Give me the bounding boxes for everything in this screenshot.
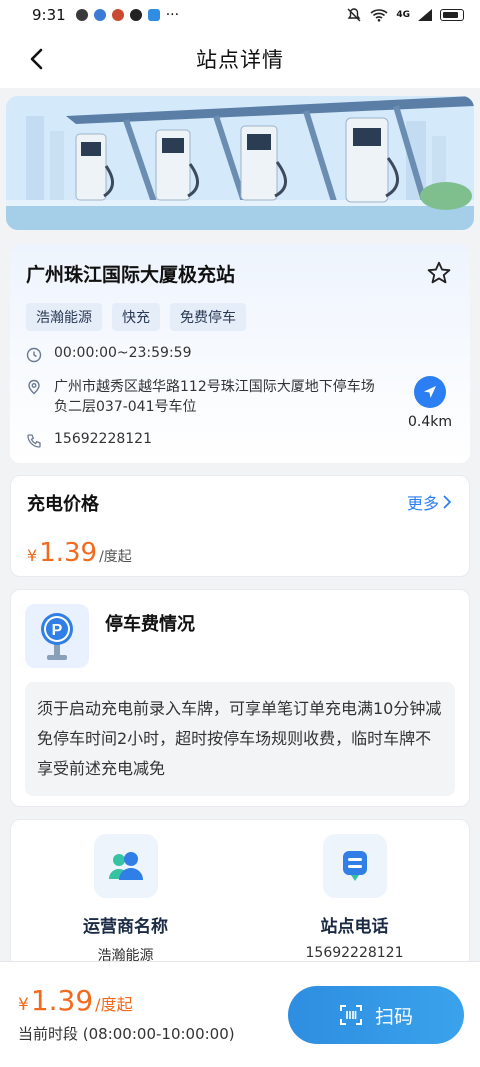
- phone-icon: [27, 434, 41, 448]
- charging-station-illustration: [6, 96, 474, 230]
- tag-operator: 浩瀚能源: [26, 303, 102, 331]
- current-price-currency: ¥: [18, 995, 29, 1015]
- distance-label: 0.4km: [407, 414, 452, 430]
- parking-header: P 停车费情况: [25, 604, 455, 668]
- avatar-icon: [111, 9, 124, 21]
- chevron-right-icon: [443, 495, 451, 509]
- mute-icon: [347, 8, 361, 22]
- bottom-action-bar: ¥ 1.39 /度起 当前时段 (08:00:00-10:00:00) 扫码: [0, 961, 480, 1067]
- tag-fast-charge: 快充: [112, 303, 160, 331]
- price-line: ¥ 1.39 /度起: [27, 538, 453, 568]
- station-phone: 15692228121: [54, 431, 152, 447]
- signal-icon: [418, 9, 432, 21]
- operator-column: 运营商名称 浩瀚能源: [11, 834, 240, 963]
- page-title: 站点详情: [196, 48, 284, 72]
- cloud-icon: [147, 9, 160, 21]
- price-currency: ¥: [27, 546, 38, 565]
- wechat-icon: [75, 9, 88, 21]
- price-card-title: 充电价格: [27, 494, 99, 515]
- parking-description: 须于启动充电前录入车牌，可享单笔订单充电满10分钟减免停车时间2小时，超时按停车…: [25, 682, 455, 796]
- back-button[interactable]: [22, 45, 50, 73]
- scan-icon: [339, 1005, 362, 1025]
- parking-sign-icon: P: [25, 604, 89, 668]
- address-row: 广州市越秀区越华路112号珠江国际大厦地下停车场负二层037-041号车位: [26, 377, 454, 417]
- chevron-left-icon: [30, 48, 43, 70]
- tag-free-parking: 免费停车: [170, 303, 246, 331]
- opening-hours: 00:00:00~23:59:59: [54, 345, 192, 361]
- status-bar: 9:31 ··· 4G: [0, 0, 480, 30]
- station-tags: 浩瀚能源 快充 免费停车: [26, 303, 454, 331]
- parking-fee-card: P 停车费情况 须于启动充电前录入车牌，可享单笔订单充电满10分钟减免停车时间2…: [10, 589, 470, 807]
- more-label: 更多: [406, 494, 439, 513]
- price-value: 1.39: [39, 538, 98, 568]
- charging-price-card: 充电价格 更多 ¥ 1.39 /度起: [10, 475, 470, 577]
- scroll-content[interactable]: 广州珠江国际大厦极充站 浩瀚能源 快充 免费停车 00:00:00~23:59:…: [0, 88, 480, 963]
- station-phone-value: 15692228121: [305, 945, 404, 961]
- station-name: 广州珠江国际大厦极充站: [26, 264, 236, 286]
- station-phone-label: 站点电话: [320, 917, 389, 937]
- current-price-value: 1.39: [30, 984, 94, 1017]
- opening-hours-row: 00:00:00~23:59:59: [26, 345, 454, 363]
- station-address: 广州市越秀区越华路112号珠江国际大厦地下停车场负二层037-041号车位: [54, 379, 375, 415]
- price-unit: /度起: [99, 549, 132, 565]
- more-prices-link[interactable]: 更多: [407, 490, 451, 514]
- browser-icon: [93, 9, 106, 21]
- current-price-unit: /度起: [95, 995, 133, 1014]
- svg-text:P: P: [52, 622, 63, 639]
- chat-phone-icon: [322, 834, 387, 898]
- status-left: 9:31 ···: [32, 6, 179, 24]
- station-info-card: 广州珠江国际大厦极充站 浩瀚能源 快充 免费停车 00:00:00~23:59:…: [10, 244, 470, 463]
- clock-icon: [26, 347, 42, 363]
- qq-icon: [129, 9, 142, 21]
- contact-card: 运营商名称 浩瀚能源 站点电话 15692228121: [10, 819, 470, 963]
- station-banner-image: [6, 96, 474, 230]
- navigation-arrow-icon: [413, 376, 446, 408]
- station-phone-column[interactable]: 站点电话 15692228121: [240, 834, 469, 963]
- star-favorite-icon[interactable]: [426, 260, 452, 286]
- scan-button[interactable]: 扫码: [288, 986, 464, 1044]
- network-type: 4G: [396, 10, 410, 20]
- scan-label: 扫码: [374, 1005, 413, 1028]
- wifi-icon: [370, 9, 388, 22]
- status-right: 4G: [346, 7, 464, 23]
- location-pin-icon: [28, 379, 40, 395]
- battery-icon: [440, 9, 464, 21]
- nav-bar: 站点详情: [0, 30, 480, 88]
- navigate-button[interactable]: 0.4km: [408, 376, 452, 430]
- parking-card-title: 停车费情况: [105, 614, 195, 635]
- status-time: 9:31: [32, 6, 66, 24]
- phone-row[interactable]: 15692228121: [26, 431, 454, 449]
- operator-label: 运营商名称: [83, 917, 168, 937]
- users-icon: [93, 834, 158, 898]
- more-notifications-icon: ···: [165, 7, 180, 23]
